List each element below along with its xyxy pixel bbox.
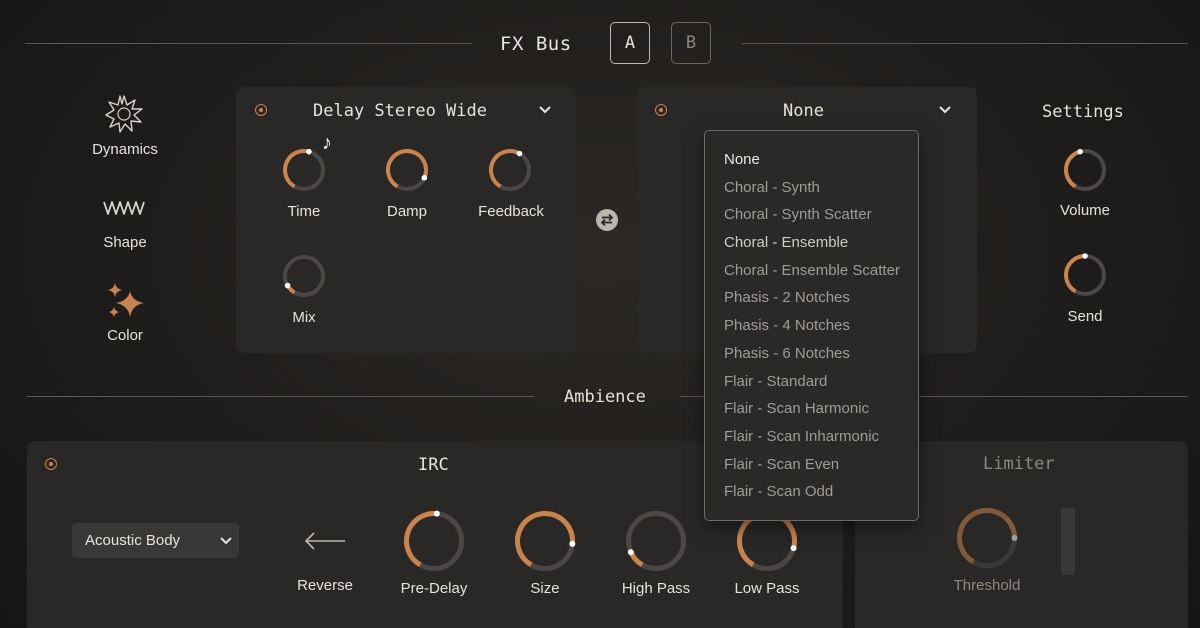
burst-icon[interactable] [105, 95, 143, 133]
dropdown-option[interactable]: Phasis - 6 Notches [705, 340, 918, 368]
mix-knob[interactable] [282, 254, 326, 298]
fx2-title[interactable]: None [783, 101, 824, 121]
fx1-power-toggle[interactable] [255, 104, 267, 116]
pre-delay-label: Pre-Delay [400, 580, 468, 597]
knob-indicator [1082, 253, 1088, 259]
knob-value-arc [1064, 149, 1081, 189]
size-label: Size [530, 580, 560, 597]
dropdown-option[interactable]: Flair - Scan Even [705, 451, 918, 479]
high-pass-knob[interactable] [625, 510, 687, 572]
feedback-knob[interactable] [488, 148, 532, 192]
swap-arrows-icon [600, 213, 614, 227]
fx1-title[interactable]: Delay Stereo Wide [313, 101, 487, 121]
knob-indicator [284, 282, 291, 289]
tempo-sync-note-icon[interactable]: ♪ [322, 132, 332, 155]
time-knob[interactable] [282, 148, 326, 192]
irc-power-toggle[interactable] [45, 458, 57, 470]
feedback-label: Feedback [478, 203, 544, 220]
knob-indicator [421, 174, 428, 181]
ambience-title: Ambience [564, 387, 646, 407]
chevron-down-icon [220, 537, 232, 545]
size-knob[interactable] [514, 510, 576, 572]
fx1-chevron-down-icon[interactable] [539, 106, 551, 114]
time-label: Time [287, 203, 321, 220]
sidebar-item-color[interactable]: Color [65, 327, 185, 344]
volume-knob[interactable] [1063, 148, 1107, 192]
knob-indicator [306, 148, 312, 155]
dropdown-option[interactable]: Flair - Scan Harmonic [705, 395, 918, 423]
pre-delay-knob[interactable] [403, 510, 465, 572]
low-pass-label: Low Pass [734, 580, 800, 597]
knob-indicator [627, 549, 634, 556]
preset-a-button[interactable]: A [610, 22, 650, 64]
send-label: Send [1067, 308, 1103, 325]
reverse-label: Reverse [297, 577, 353, 594]
page-title: FX Bus [500, 33, 572, 55]
volume-label: Volume [1059, 202, 1111, 219]
header-divider-right [742, 43, 1188, 44]
knob-indicator [569, 540, 576, 547]
ir-preset-value: Acoustic Body [85, 532, 181, 549]
settings-title: Settings [1042, 102, 1124, 122]
dropdown-option[interactable]: Phasis - 2 Notches [705, 284, 918, 312]
limiter-title: Limiter [983, 454, 1055, 474]
knob-indicator [516, 150, 523, 157]
knob-indicator [1011, 535, 1018, 541]
dropdown-option[interactable]: Choral - Ensemble [705, 229, 918, 257]
header-divider-left [25, 43, 472, 44]
knob-value-arc [489, 149, 521, 189]
preset-b-button[interactable]: B [671, 22, 711, 64]
knob-value-arc [404, 511, 438, 567]
damp-knob[interactable] [385, 148, 429, 192]
dropdown-option[interactable]: Flair - Scan Inharmonic [705, 423, 918, 451]
swap-button[interactable] [596, 209, 618, 231]
dropdown-option[interactable]: Choral - Ensemble Scatter [705, 257, 918, 285]
sparkle-icon[interactable] [106, 283, 146, 321]
dropdown-option[interactable]: Choral - Synth [705, 174, 918, 202]
knob-indicator [433, 510, 440, 517]
mix-label: Mix [292, 309, 316, 326]
wave-icon[interactable] [103, 198, 147, 218]
dropdown-option[interactable]: None [705, 146, 918, 174]
ir-preset-select[interactable]: Acoustic Body [72, 523, 239, 558]
fx2-power-toggle[interactable] [655, 104, 667, 116]
ambience-divider-left [26, 396, 534, 397]
knob-value-arc [1064, 254, 1086, 294]
dropdown-list: None Choral - Synth Choral - Synth Scatter… [705, 146, 918, 506]
sidebar-item-shape[interactable]: Shape [65, 234, 185, 251]
gain-reduction-meter [1061, 508, 1075, 575]
dropdown-option[interactable]: Flair - Standard [705, 368, 918, 396]
fx2-chevron-down-icon[interactable] [939, 106, 951, 114]
knob-value-arc [283, 149, 310, 189]
knob-indicator [1077, 148, 1083, 155]
dropdown-option[interactable]: Phasis - 4 Notches [705, 312, 918, 340]
dropdown-option[interactable]: Choral - Synth Scatter [705, 201, 918, 229]
high-pass-label: High Pass [621, 580, 691, 597]
knob-indicator [790, 545, 797, 552]
sidebar-item-dynamics[interactable]: Dynamics [65, 141, 185, 158]
threshold-label: Threshold [953, 577, 1021, 594]
dropdown-option[interactable]: Flair - Scan Odd [705, 478, 918, 506]
irc-title: IRC [418, 455, 449, 475]
fx2-type-dropdown[interactable]: None Choral - Synth Choral - Synth Scatter… [704, 130, 919, 521]
threshold-knob[interactable] [956, 507, 1018, 569]
damp-label: Damp [386, 203, 427, 220]
send-knob[interactable] [1063, 253, 1107, 297]
reverse-arrow-icon[interactable] [304, 531, 346, 551]
